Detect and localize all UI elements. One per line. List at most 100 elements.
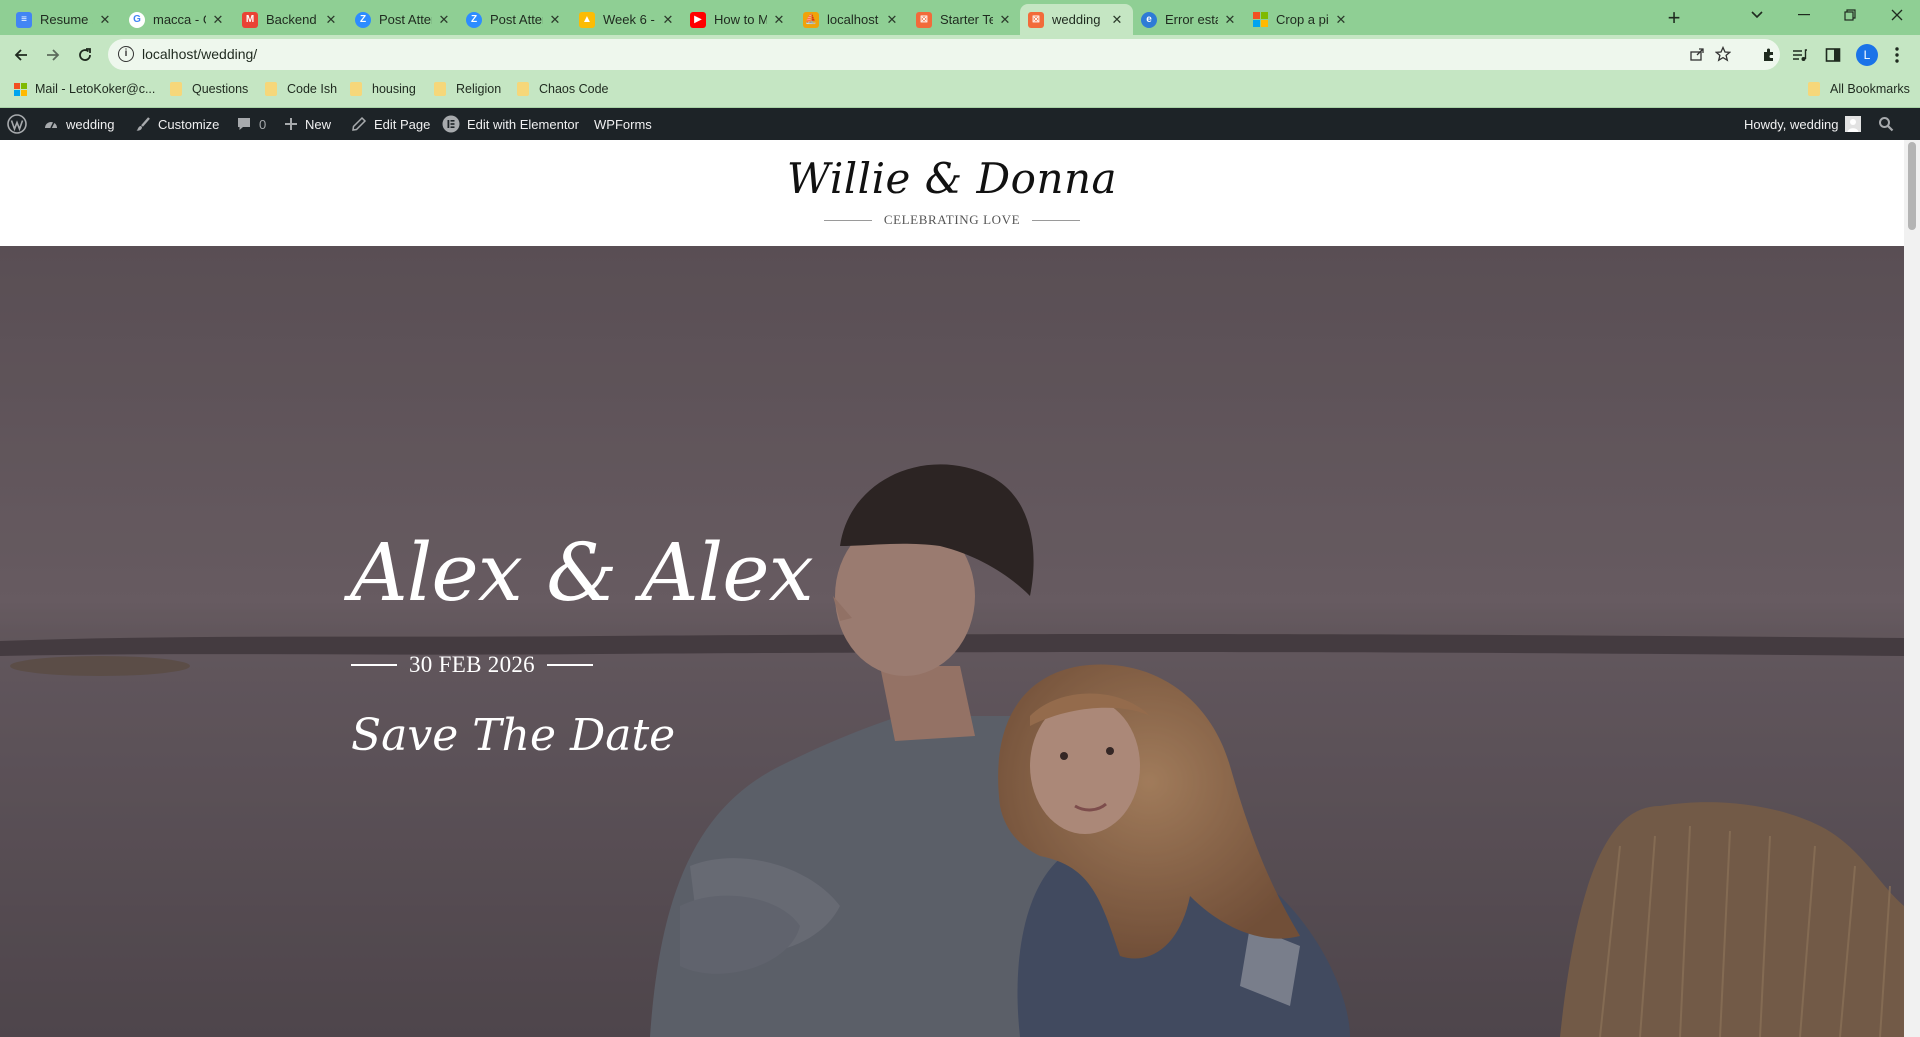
- menu-kebab-icon[interactable]: [1886, 44, 1908, 66]
- adminbar-edit-page[interactable]: Edit Page: [351, 108, 430, 140]
- site-info-icon[interactable]: i: [118, 46, 134, 62]
- tab-close-icon[interactable]: ✕: [660, 12, 676, 28]
- tab-title: wedding: [1052, 12, 1101, 27]
- tagline-divider-right: [1032, 219, 1081, 221]
- tab-strip: ≡Resume 10/2✕Gmacca - Goo✕MBackend web✕Z…: [0, 0, 1920, 35]
- bookmark-item[interactable]: Code Ish: [265, 82, 337, 96]
- bookmark-item[interactable]: housing: [350, 82, 416, 96]
- elementor-icon: [442, 115, 460, 133]
- forward-icon[interactable]: [39, 41, 67, 69]
- side-panel-icon[interactable]: [1822, 44, 1844, 66]
- bookmark-label: Religion: [456, 82, 502, 96]
- tab-close-icon[interactable]: ✕: [997, 12, 1013, 28]
- wordpress-logo-icon[interactable]: [7, 108, 27, 140]
- site-title[interactable]: Willie & Donna: [0, 154, 1904, 203]
- browser-tab[interactable]: Gmacca - Goo ✕: [121, 4, 234, 35]
- zoom-icon: Z: [466, 11, 482, 28]
- tab-title: Starter Temp: [940, 12, 993, 27]
- browser-tab[interactable]: ⛵ localhost / 1 ✕: [795, 4, 908, 35]
- customize-label: Customize: [158, 116, 220, 132]
- adminbar-wpforms[interactable]: WPForms: [594, 108, 652, 140]
- tab-close-icon[interactable]: ✕: [1222, 12, 1238, 28]
- site-icon: ⊠: [1028, 11, 1044, 28]
- zoom-icon: Z: [355, 11, 371, 28]
- url-text[interactable]: localhost/wedding/: [142, 46, 257, 62]
- site-header: Willie & Donna CELEBRATING LOVE: [0, 140, 1904, 246]
- site-name-label: wedding: [66, 116, 115, 132]
- docs-icon: ≡: [16, 11, 32, 28]
- adminbar-new[interactable]: New: [284, 108, 331, 140]
- tab-close-icon[interactable]: ✕: [436, 12, 452, 28]
- howdy-label: Howdy, wedding: [1744, 116, 1839, 132]
- bookmark-item[interactable]: Chaos Code: [517, 82, 609, 96]
- adminbar-comments[interactable]: 0: [236, 108, 266, 140]
- adminbar-site-name[interactable]: wedding: [43, 108, 114, 140]
- browser-tab[interactable]: ⊠ Starter Temp ✕: [908, 4, 1021, 35]
- tab-title: macca - Goo: [153, 12, 206, 27]
- page-viewport: Willie & Donna CELEBRATING LOVE Alex & A…: [0, 140, 1904, 1037]
- adminbar-customize[interactable]: Customize: [135, 108, 219, 140]
- tab-title: localhost / 1: [827, 12, 880, 27]
- scrollbar-thumb[interactable]: [1908, 142, 1916, 230]
- bookmark-item[interactable]: Religion: [434, 82, 501, 96]
- address-bar[interactable]: i localhost/wedding/: [108, 39, 1780, 70]
- browser-tab[interactable]: Z Post Attende ✕: [347, 4, 460, 35]
- tab-close-icon[interactable]: ✕: [210, 12, 226, 28]
- bookmark-item[interactable]: Mail - LetoKoker@c...: [14, 82, 155, 96]
- folder-icon: [517, 82, 529, 96]
- drive-icon: ▲: [579, 11, 595, 28]
- profile-avatar[interactable]: L: [1856, 44, 1878, 66]
- browser-tab[interactable]: ≡ Resume 10/2 ✕: [8, 4, 121, 35]
- microsoft-icon: [14, 82, 27, 96]
- back-icon[interactable]: [7, 41, 35, 69]
- minimize-icon[interactable]: [1781, 0, 1827, 30]
- all-bookmarks-label: All Bookmarks: [1830, 82, 1910, 96]
- reload-icon[interactable]: [71, 41, 99, 69]
- bookmark-label: Code Ish: [287, 82, 338, 96]
- browser-tab[interactable]: Crop a pictu ✕: [1244, 4, 1357, 35]
- new-tab-button[interactable]: +: [1661, 6, 1687, 32]
- tab-close-icon[interactable]: ✕: [97, 12, 113, 28]
- media-control-icon[interactable]: [1788, 44, 1810, 66]
- share-icon[interactable]: [1686, 43, 1708, 65]
- browser-tab[interactable]: ⊠ wedding ✕: [1020, 4, 1133, 35]
- bookmark-item[interactable]: Questions: [170, 82, 248, 96]
- tab-title: Resume 10/2: [40, 12, 93, 27]
- wp-admin-bar: wedding Customize 0 New Edit Page Edit w…: [0, 108, 1920, 140]
- tagline-divider-left: [823, 219, 872, 221]
- tab-close-icon[interactable]: ✕: [547, 12, 563, 28]
- user-avatar-icon: [1845, 116, 1862, 132]
- tab-search-icon[interactable]: [1734, 0, 1780, 30]
- new-label: New: [305, 116, 332, 132]
- hero-date-row: 30 FEB 2026: [351, 652, 593, 678]
- extensions-icon[interactable]: [1758, 44, 1780, 66]
- adminbar-edit-elementor[interactable]: Edit with Elementor: [442, 108, 579, 140]
- tab-close-icon[interactable]: ✕: [771, 12, 787, 28]
- folder-icon: [434, 82, 446, 96]
- close-window-icon[interactable]: [1874, 0, 1920, 30]
- tab-close-icon[interactable]: ✕: [1333, 12, 1349, 28]
- tab-close-icon[interactable]: ✕: [323, 12, 339, 28]
- all-bookmarks[interactable]: All Bookmarks: [1808, 82, 1910, 96]
- google-icon: G: [129, 11, 145, 28]
- paintbrush-icon: [135, 116, 151, 132]
- phpmyadmin-icon: ⛵: [803, 11, 819, 28]
- adminbar-my-account[interactable]: Howdy, wedding: [1744, 108, 1862, 140]
- browser-tab[interactable]: Z Post Attende ✕: [458, 4, 571, 35]
- page-scrollbar[interactable]: [1904, 140, 1920, 1037]
- restore-icon[interactable]: [1827, 0, 1873, 30]
- tab-close-icon[interactable]: ✕: [1109, 12, 1125, 28]
- edge-icon: e: [1141, 11, 1157, 28]
- tab-close-icon[interactable]: ✕: [884, 12, 900, 28]
- date-divider-left: [351, 664, 397, 666]
- browser-tab[interactable]: M Backend web ✕: [234, 4, 347, 35]
- browser-tab[interactable]: ▶ How to Mov ✕: [682, 4, 795, 35]
- browser-tab[interactable]: ▲ Week 6 - Go ✕: [571, 4, 684, 35]
- bookmark-star-icon[interactable]: [1712, 43, 1734, 65]
- plus-icon: [284, 117, 298, 131]
- bookmarks-bar: Mail - LetoKoker@c... Questions Code Ish ho…: [0, 74, 1920, 108]
- tab-title: Week 6 - Go: [603, 12, 656, 27]
- adminbar-search-icon[interactable]: [1878, 108, 1894, 140]
- wpforms-label: WPForms: [594, 116, 652, 132]
- browser-tab[interactable]: e Error establi ✕: [1133, 4, 1246, 35]
